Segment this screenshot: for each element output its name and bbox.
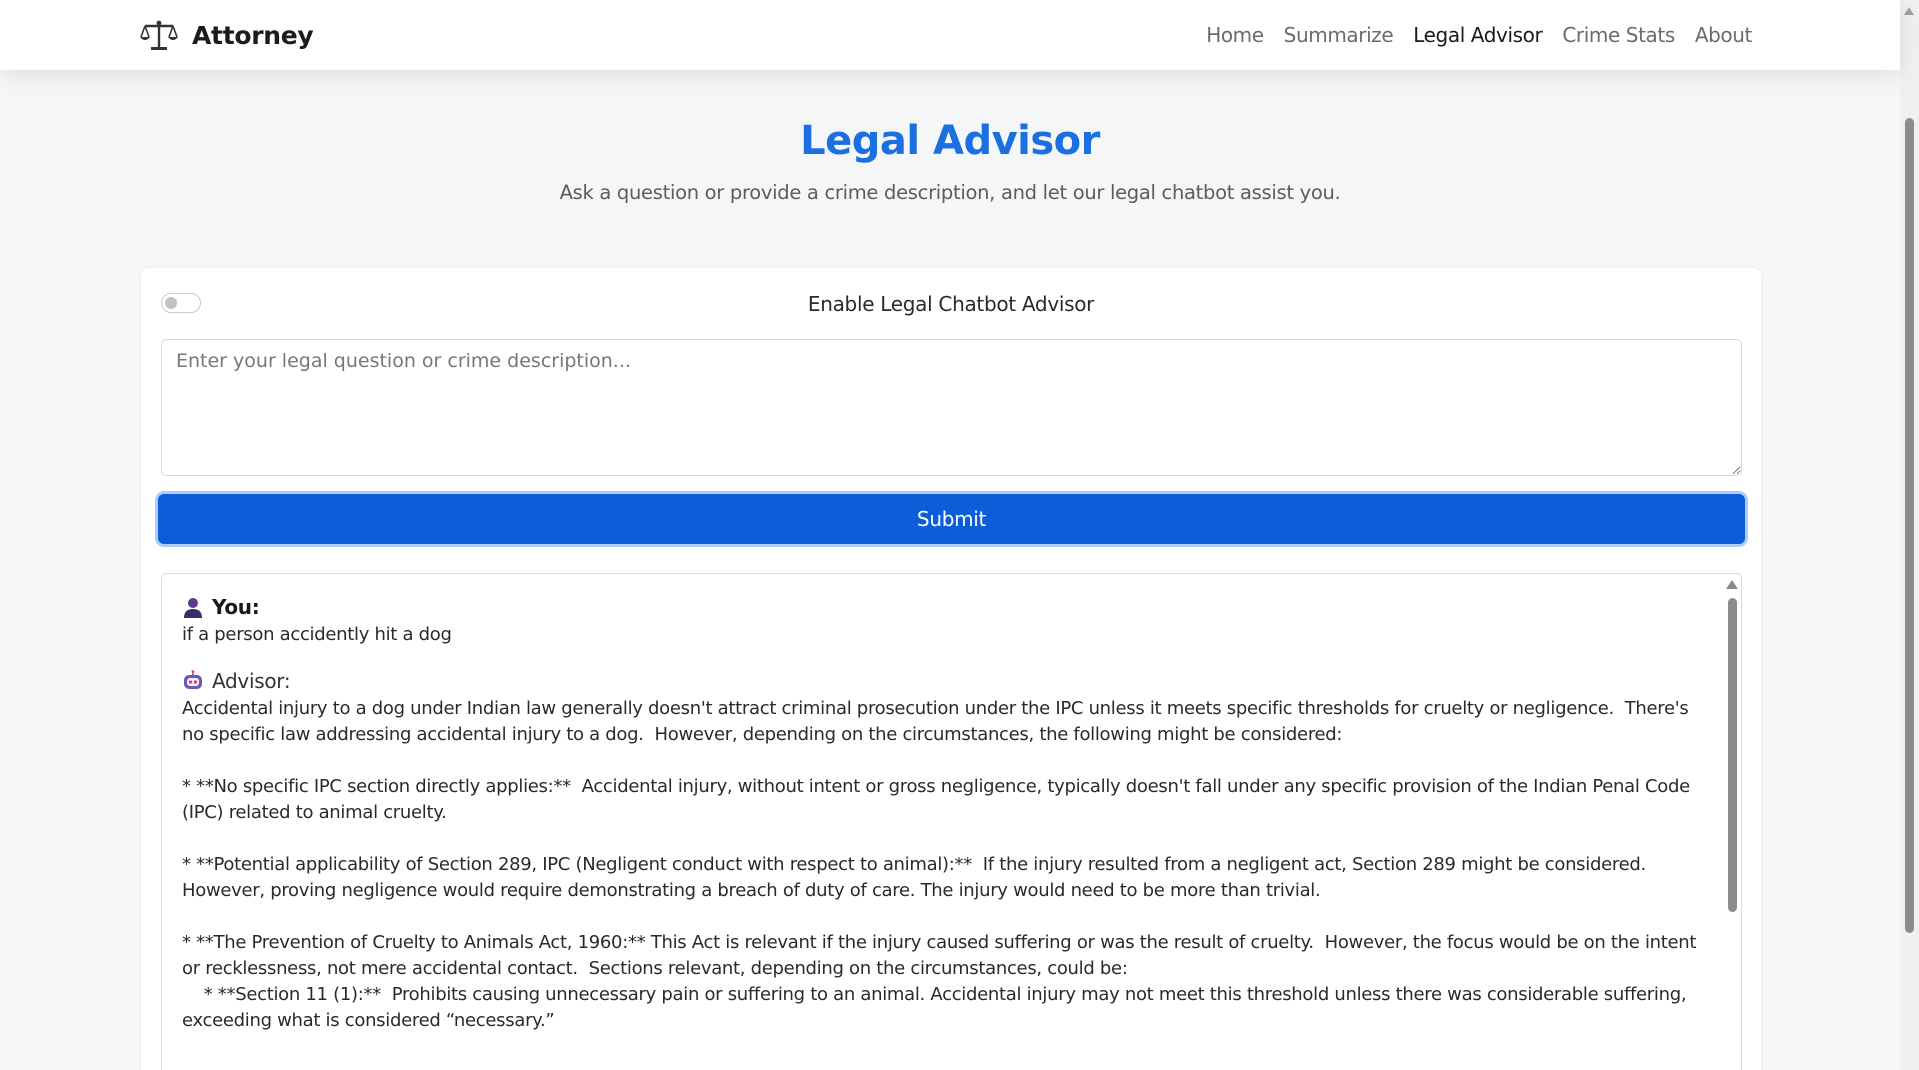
chatbot-toggle[interactable] [161, 293, 201, 313]
nav-link-summarize[interactable]: Summarize [1284, 20, 1394, 50]
robot-icon [184, 670, 202, 689]
submit-button[interactable]: Submit [158, 494, 1745, 544]
page-subtitle: Ask a question or provide a crime descri… [559, 181, 1341, 204]
nav-link-home[interactable]: Home [1206, 20, 1264, 50]
nav-link-crime-stats[interactable]: Crime Stats [1562, 20, 1675, 50]
chat-box[interactable]: You: if a person accidently hit a dog Ad… [161, 573, 1742, 1070]
chat-scroll-thumb[interactable] [1728, 598, 1737, 912]
nav-link-legal-advisor[interactable]: Legal Advisor [1413, 20, 1542, 50]
page-title: Legal Advisor [800, 118, 1100, 164]
toggle-knob [165, 297, 177, 309]
advisor-paragraph: Accidental injury to a dog under Indian … [182, 698, 1694, 745]
nav-links: Home Summarize Legal Advisor Crime Stats… [1206, 20, 1752, 50]
advisor-paragraph: * **No specific IPC section directly app… [182, 776, 1696, 823]
brand[interactable]: Attorney [140, 18, 314, 52]
toggle-row: Enable Legal Chatbot Advisor [161, 290, 1741, 318]
advisor-paragraph: * **Potential applicability of Section 2… [182, 854, 1657, 901]
advisor-paragraph: * **Section 11 (1):** Prohibits causing … [182, 984, 1692, 1031]
user-message-head: You: [182, 592, 1702, 622]
toggle-label: Enable Legal Chatbot Advisor [807, 292, 1095, 316]
user-icon [184, 598, 202, 618]
page-scrollbar[interactable] [1900, 0, 1919, 1070]
question-input[interactable] [161, 339, 1742, 476]
page-scroll-thumb[interactable] [1905, 118, 1914, 933]
navbar: Attorney Home Summarize Legal Advisor Cr… [0, 0, 1900, 70]
advisor-card: Enable Legal Chatbot Advisor Submit You:… [141, 268, 1761, 1070]
scales-of-justice-icon [140, 20, 178, 50]
user-label: You: [212, 595, 260, 619]
advisor-label: Advisor: [212, 669, 291, 693]
advisor-paragraph: * **The Prevention of Cruelty to Animals… [182, 932, 1702, 979]
user-message-text: if a person accidently hit a dog [182, 624, 452, 645]
scroll-up-arrow-icon[interactable] [1726, 580, 1738, 589]
nav-link-about[interactable]: About [1695, 20, 1753, 50]
brand-name: Attorney [192, 20, 314, 50]
chat-scrollbar[interactable] [1724, 574, 1741, 1070]
advisor-message-head: Advisor: [182, 666, 1702, 696]
chat-content: You: if a person accidently hit a dog Ad… [182, 592, 1702, 1060]
page-scroll-up-arrow-icon[interactable] [1904, 7, 1914, 15]
